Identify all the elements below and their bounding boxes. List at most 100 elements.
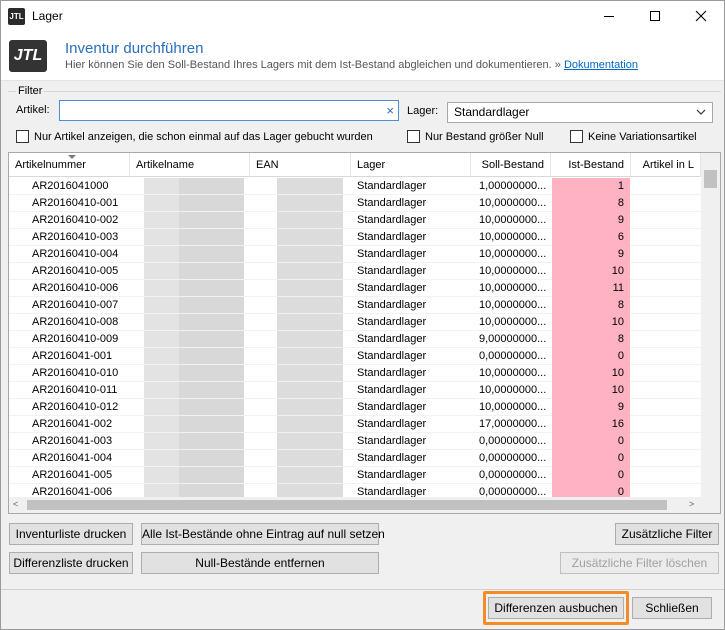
ist-bestand-cell[interactable]: 11 xyxy=(552,280,630,297)
vertical-scrollbar[interactable] xyxy=(701,153,720,498)
artikelnummer-cell: AR2016041-005 xyxy=(32,469,113,481)
horizontal-scroll-thumb[interactable] xyxy=(27,500,667,510)
ist-bestand-cell[interactable]: 9 xyxy=(552,246,630,263)
artikel-search-input[interactable]: × xyxy=(59,100,399,121)
ist-bestand-cell[interactable]: 10 xyxy=(552,314,630,331)
table-row[interactable]: AR2016041-001 Standardlager 0,00000000... 0 xyxy=(9,348,701,365)
zusaetzliche-filter-button[interactable]: Zusätzliche Filter xyxy=(615,523,719,545)
ean-cell xyxy=(251,229,351,246)
table-row[interactable]: AR2016041000 Standardlager 1,00000000... 1 xyxy=(9,178,701,195)
scroll-right-icon[interactable]: > xyxy=(689,499,694,509)
soll-bestand-cell: 10,0000000... xyxy=(479,401,547,413)
scroll-left-icon[interactable]: < xyxy=(13,499,18,509)
table-row[interactable]: AR2016041-003 Standardlager 0,00000000... 0 xyxy=(9,433,701,450)
artikelname-cell xyxy=(131,246,250,263)
ist-bestand-cell[interactable]: 0 xyxy=(552,433,630,450)
checkbox-nur-bestand-groesser-null[interactable]: Nur Bestand größer Null xyxy=(407,130,544,143)
ist-bestand-cell[interactable]: 8 xyxy=(552,297,630,314)
lager-cell: Standardlager xyxy=(357,282,427,294)
artikelnummer-cell: AR2016041-004 xyxy=(32,452,113,464)
artikelname-cell xyxy=(131,297,250,314)
ist-bestand-cell[interactable]: 8 xyxy=(552,331,630,348)
differenzen-ausbuchen-button[interactable]: Differenzen ausbuchen xyxy=(488,597,624,619)
checkbox-box[interactable] xyxy=(16,130,29,143)
table-row[interactable]: AR20160410-001 Standardlager 10,0000000...… xyxy=(9,195,701,212)
table-row[interactable]: AR20160410-004 Standardlager 10,0000000...… xyxy=(9,246,701,263)
artikelname-cell xyxy=(131,314,250,331)
ean-cell xyxy=(251,348,351,365)
ist-bestand-cell[interactable]: 10 xyxy=(552,263,630,280)
table-row[interactable]: AR20160410-002 Standardlager 10,0000000...… xyxy=(9,212,701,229)
null-bestaende-entfernen-button[interactable]: Null-Bestände entfernen xyxy=(141,552,379,574)
table-row[interactable]: AR2016041-004 Standardlager 0,00000000... 0 xyxy=(9,450,701,467)
table-row[interactable]: AR20160410-006 Standardlager 10,0000000...… xyxy=(9,280,701,297)
ean-cell xyxy=(251,382,351,399)
close-button[interactable] xyxy=(678,1,724,31)
artikelnummer-cell: AR20160410-003 xyxy=(32,231,119,243)
ist-bestand-cell[interactable]: 0 xyxy=(552,450,630,467)
window-title: Lager xyxy=(32,9,63,23)
documentation-link[interactable]: Dokumentation xyxy=(564,59,638,71)
differenzliste-drucken-button[interactable]: Differenzliste drucken xyxy=(9,552,133,574)
column-header-artikel-in-lager[interactable]: Artikel in L xyxy=(631,153,701,177)
column-header-ean[interactable]: EAN xyxy=(250,153,351,177)
table-row[interactable]: AR20160410-010 Standardlager 10,0000000...… xyxy=(9,365,701,382)
artikelname-cell xyxy=(131,416,250,433)
ist-bestand-cell[interactable]: 0 xyxy=(552,467,630,484)
lager-cell: Standardlager xyxy=(357,367,427,379)
table-row[interactable]: AR20160410-005 Standardlager 10,0000000...… xyxy=(9,263,701,280)
table-row[interactable]: AR20160410-012 Standardlager 10,0000000...… xyxy=(9,399,701,416)
sort-indicator-icon xyxy=(68,155,76,159)
page-subtitle: Hier können Sie den Soll-Bestand Ihres L… xyxy=(65,59,638,71)
table-row[interactable]: AR20160410-009 Standardlager 9,00000000...… xyxy=(9,331,701,348)
lager-label: Lager: xyxy=(407,105,439,117)
artikelnummer-cell: AR2016041-002 xyxy=(32,418,113,430)
inventory-table[interactable]: Artikelnummer Artikelname EAN Lager Soll… xyxy=(8,152,721,514)
alle-ist-bestaende-null-button[interactable]: Alle Ist-Bestände ohne Eintrag auf null … xyxy=(141,523,385,545)
artikelname-cell xyxy=(131,365,250,382)
table-row[interactable]: AR20160410-003 Standardlager 10,0000000...… xyxy=(9,229,701,246)
table-row[interactable]: AR2016041-002 Standardlager 17,0000000... 1… xyxy=(9,416,701,433)
column-header-ist-bestand[interactable]: Ist-Bestand xyxy=(551,153,631,177)
table-row[interactable]: AR20160410-008 Standardlager 10,0000000...… xyxy=(9,314,701,331)
column-header-artikelnummer[interactable]: Artikelnummer xyxy=(9,153,130,177)
minimize-button[interactable] xyxy=(586,1,632,31)
table-row[interactable]: AR20160410-011 Standardlager 10,0000000...… xyxy=(9,382,701,399)
ist-bestand-cell[interactable]: 10 xyxy=(552,382,630,399)
soll-bestand-cell: 10,0000000... xyxy=(479,299,547,311)
lager-cell: Standardlager xyxy=(357,248,427,260)
ist-bestand-cell[interactable]: 1 xyxy=(552,178,630,195)
ist-bestand-cell[interactable]: 16 xyxy=(552,416,630,433)
ist-bestand-cell[interactable]: 0 xyxy=(552,348,630,365)
lager-selected-value: Standardlager xyxy=(454,105,530,119)
checkbox-box[interactable] xyxy=(570,130,583,143)
vertical-scroll-thumb[interactable] xyxy=(704,170,717,188)
column-header-soll-bestand[interactable]: Soll-Bestand xyxy=(471,153,551,177)
ist-bestand-cell[interactable]: 8 xyxy=(552,195,630,212)
soll-bestand-cell: 10,0000000... xyxy=(479,282,547,294)
table-row[interactable]: AR20160410-007 Standardlager 10,0000000...… xyxy=(9,297,701,314)
ean-cell xyxy=(251,433,351,450)
maximize-button[interactable] xyxy=(632,1,678,31)
ist-bestand-cell[interactable]: 6 xyxy=(552,229,630,246)
checkbox-nur-gebuchte-artikel[interactable]: Nur Artikel anzeigen, die schon einmal a… xyxy=(16,130,373,143)
clear-icon[interactable]: × xyxy=(386,102,394,119)
minimize-icon xyxy=(604,16,614,17)
ist-bestand-cell[interactable]: 9 xyxy=(552,212,630,229)
horizontal-scrollbar[interactable]: < > xyxy=(9,497,720,513)
soll-bestand-cell: 17,0000000... xyxy=(479,418,547,430)
table-row[interactable]: AR2016041-005 Standardlager 0,00000000... 0 xyxy=(9,467,701,484)
inventurliste-drucken-button[interactable]: Inventurliste drucken xyxy=(9,523,133,545)
ean-cell xyxy=(251,467,351,484)
column-header-lager[interactable]: Lager xyxy=(351,153,471,177)
checkbox-keine-variationsartikel[interactable]: Keine Variationsartikel xyxy=(570,130,697,143)
ean-cell xyxy=(251,331,351,348)
ist-bestand-cell[interactable]: 9 xyxy=(552,399,630,416)
schliessen-button[interactable]: Schließen xyxy=(632,597,712,619)
ist-bestand-cell[interactable]: 10 xyxy=(552,365,630,382)
lager-dropdown[interactable]: Standardlager xyxy=(447,102,713,123)
checkbox-box[interactable] xyxy=(407,130,420,143)
artikelnummer-cell: AR20160410-004 xyxy=(32,248,119,260)
column-header-artikelname[interactable]: Artikelname xyxy=(130,153,250,177)
artikelname-cell xyxy=(131,399,250,416)
